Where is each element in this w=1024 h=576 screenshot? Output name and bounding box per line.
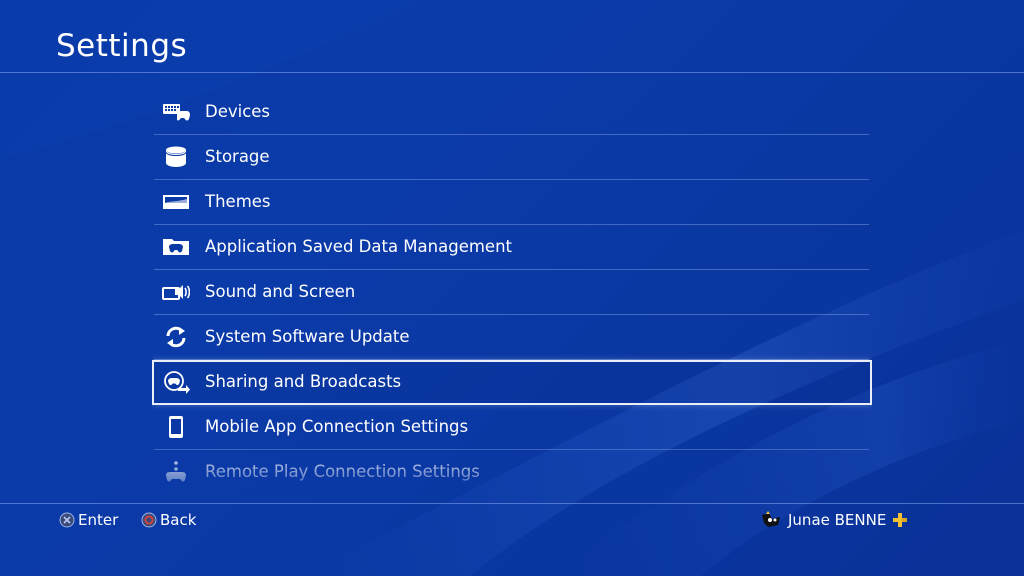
devices-icon: [162, 100, 190, 124]
mobile-app-icon: [162, 415, 190, 439]
sharing-broadcast-icon: [162, 370, 190, 394]
menu-item-label: Mobile App Connection Settings: [205, 417, 469, 436]
storage-icon: [162, 145, 190, 169]
footer-divider: [0, 503, 1024, 504]
themes-icon: [162, 190, 190, 214]
menu-item-saved-data[interactable]: Application Saved Data Management: [152, 225, 872, 270]
sound-screen-icon: [162, 280, 190, 304]
system-update-icon: [162, 325, 190, 349]
menu-item-label: Application Saved Data Management: [205, 237, 512, 256]
menu-item-label: Remote Play Connection Settings: [205, 462, 480, 481]
menu-item-sharing-broadcasts[interactable]: Sharing and Broadcasts: [152, 360, 872, 405]
menu-item-system-update[interactable]: System Software Update: [152, 315, 872, 360]
enter-label: Enter: [78, 511, 119, 529]
enter-button[interactable]: Enter: [59, 510, 118, 530]
menu-item-label: Sound and Screen: [205, 282, 356, 301]
user-profile[interactable]: Junae BENNE: [760, 510, 908, 530]
title-divider: [0, 72, 1024, 73]
menu-item-label: Devices: [205, 102, 271, 121]
menu-item-label: Themes: [205, 192, 271, 211]
menu-item-themes[interactable]: Themes: [152, 180, 872, 225]
circle-button-icon: [141, 512, 157, 528]
saved-data-icon: [162, 235, 190, 259]
user-name: Junae BENNE: [788, 511, 887, 529]
page-title: Settings: [56, 28, 188, 64]
avatar: [762, 511, 780, 527]
settings-menu: Devices Storage Themes Application Saved…: [152, 90, 872, 482]
back-button[interactable]: Back: [141, 510, 196, 530]
menu-item-sound-screen[interactable]: Sound and Screen: [152, 270, 872, 315]
menu-item-storage[interactable]: Storage: [152, 135, 872, 180]
cross-button-icon: [59, 512, 75, 528]
remote-play-icon: [162, 460, 190, 482]
menu-item-devices[interactable]: Devices: [152, 90, 872, 135]
menu-item-label: Sharing and Broadcasts: [205, 372, 402, 391]
ps-plus-icon: [893, 513, 908, 527]
menu-item-mobile-app[interactable]: Mobile App Connection Settings: [152, 405, 872, 450]
menu-item-label: Storage: [205, 147, 270, 166]
back-label: Back: [160, 511, 197, 529]
menu-item-label: System Software Update: [205, 327, 410, 346]
menu-item-remote-play[interactable]: Remote Play Connection Settings: [152, 450, 872, 482]
